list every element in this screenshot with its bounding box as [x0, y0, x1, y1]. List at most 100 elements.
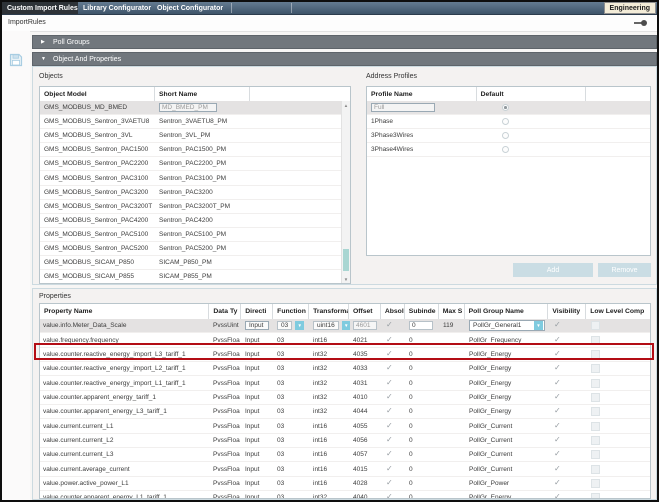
object-row[interactable]: GMS_MODBUS_MD_BMED MD_BMED_PM: [40, 101, 342, 115]
direction-cell[interactable]: Input: [242, 480, 274, 487]
poll-group-cell[interactable]: PollGr_Current▼: [466, 466, 550, 473]
visibility-checkbox[interactable]: [553, 393, 562, 402]
poll-group-cell[interactable]: PollGr_Current▼: [466, 423, 550, 430]
direction-cell[interactable]: Input: [242, 394, 274, 401]
scroll-down-icon[interactable]: ▼: [342, 275, 350, 283]
offset-cell[interactable]: 4056: [350, 437, 382, 444]
poll-group-cell[interactable]: PollGr_Current▼: [466, 451, 550, 458]
section-object-and-properties[interactable]: ▼ Object And Properties: [32, 52, 657, 66]
direction-cell[interactable]: Input: [242, 337, 274, 344]
poll-group-cell[interactable]: PollGr_Power▼: [466, 480, 550, 487]
default-radio[interactable]: [502, 146, 509, 153]
tab-object-configurator[interactable]: Object Configurator: [152, 2, 231, 14]
poll-group-cell[interactable]: PollGr_Energy▼: [466, 351, 550, 358]
direction-cell[interactable]: Input: [242, 380, 274, 387]
transformation-cell[interactable]: int16▼: [310, 466, 350, 473]
object-row[interactable]: GMS_MODBUS_Sentron_3VAETU8 Sentron_3VAET…: [40, 115, 342, 129]
subindex-cell[interactable]: 0: [406, 365, 440, 372]
poll-group-cell[interactable]: PollGr_Current▼: [466, 437, 550, 444]
low-level-checkbox[interactable]: [591, 465, 600, 474]
scroll-up-icon[interactable]: ▲: [342, 101, 350, 109]
subindex-cell[interactable]: 0: [406, 466, 440, 473]
visibility-checkbox[interactable]: [553, 379, 562, 388]
visibility-checkbox[interactable]: [553, 422, 562, 431]
transformation-cell[interactable]: uint16▼: [310, 321, 350, 330]
function-cell[interactable]: 03▼: [274, 337, 310, 344]
function-cell[interactable]: 03▼: [274, 423, 310, 430]
offset-cell[interactable]: 4033: [350, 365, 382, 372]
property-row[interactable]: value.counter.apparent_energy_L1_tariff_…: [40, 491, 650, 498]
visibility-checkbox[interactable]: [553, 336, 562, 345]
direction-cell[interactable]: Input: [242, 408, 274, 415]
property-row[interactable]: value.current.current_L1 PvssFloa Input …: [40, 419, 650, 433]
low-level-checkbox[interactable]: [591, 479, 600, 488]
property-row[interactable]: value.current.current_L2 PvssFloa Input …: [40, 434, 650, 448]
visibility-checkbox[interactable]: [553, 479, 562, 488]
offset-cell[interactable]: 4028: [350, 480, 382, 487]
function-cell[interactable]: 03▼: [274, 451, 310, 458]
absolute-checkbox[interactable]: [385, 436, 394, 445]
offset-cell[interactable]: 4010: [350, 394, 382, 401]
low-level-checkbox[interactable]: [591, 379, 600, 388]
absolute-checkbox[interactable]: [385, 465, 394, 474]
function-cell[interactable]: 03▼: [274, 466, 310, 473]
property-row[interactable]: value.counter.reactive_energy_import_L1_…: [40, 376, 650, 390]
subindex-cell[interactable]: 0: [406, 437, 440, 444]
default-radio[interactable]: [502, 118, 509, 125]
offset-cell[interactable]: 4055: [350, 423, 382, 430]
transformation-cell[interactable]: int32▼: [310, 408, 350, 415]
section-poll-groups[interactable]: ▶ Poll Groups: [32, 35, 657, 49]
absolute-checkbox[interactable]: [385, 350, 394, 359]
visibility-checkbox[interactable]: [553, 364, 562, 373]
absolute-checkbox[interactable]: [385, 364, 394, 373]
tab-library-configurator[interactable]: Library Configurator: [78, 2, 152, 14]
transformation-cell[interactable]: int32▼: [310, 365, 350, 372]
offset-cell[interactable]: 4057: [350, 451, 382, 458]
subindex-cell[interactable]: 0: [406, 351, 440, 358]
function-cell[interactable]: 03▼: [274, 437, 310, 444]
object-row[interactable]: GMS_MODBUS_Sentron_PAC3100 Sentron_PAC31…: [40, 171, 342, 185]
absolute-checkbox[interactable]: [385, 450, 394, 459]
direction-cell[interactable]: Input: [242, 351, 274, 358]
visibility-checkbox[interactable]: [553, 407, 562, 416]
function-cell[interactable]: 03▼: [274, 380, 310, 387]
transformation-cell[interactable]: int32▼: [310, 380, 350, 387]
subindex-cell[interactable]: 0: [406, 451, 440, 458]
low-level-checkbox[interactable]: [591, 450, 600, 459]
subindex-cell[interactable]: 0: [406, 380, 440, 387]
object-row[interactable]: GMS_MODBUS_Sentron_PAC1500 Sentron_PAC15…: [40, 143, 342, 157]
offset-cell[interactable]: 4015: [350, 466, 382, 473]
function-cell[interactable]: 03▼: [274, 351, 310, 358]
low-level-checkbox[interactable]: [591, 350, 600, 359]
offset-cell[interactable]: 4035: [350, 351, 382, 358]
absolute-checkbox[interactable]: [385, 422, 394, 431]
direction-cell[interactable]: Input: [242, 423, 274, 430]
poll-group-cell[interactable]: PollGr_Frequency▼: [466, 337, 550, 344]
profile-row[interactable]: 1Phase: [367, 115, 650, 129]
absolute-checkbox[interactable]: [385, 336, 394, 345]
direction-cell[interactable]: Input: [242, 466, 274, 473]
transformation-cell[interactable]: int16▼: [310, 423, 350, 430]
dropdown-arrow-icon[interactable]: ▼: [534, 321, 543, 330]
profile-row[interactable]: Full: [367, 101, 650, 115]
pin-icon[interactable]: [634, 20, 647, 26]
visibility-checkbox[interactable]: [553, 436, 562, 445]
remove-button[interactable]: Remove: [598, 263, 651, 277]
object-row[interactable]: GMS_MODBUS_SICAM_P855 SICAM_P855_PM: [40, 270, 342, 283]
subindex-cell[interactable]: 0: [406, 321, 440, 330]
direction-cell[interactable]: Input: [242, 365, 274, 372]
poll-group-cell[interactable]: PollGr_Energy▼: [466, 408, 550, 415]
object-row[interactable]: GMS_MODBUS_SICAM_P850 SICAM_P850_PM: [40, 256, 342, 270]
property-row[interactable]: value.counter.apparent_energy_L3_tariff_…: [40, 405, 650, 419]
profile-row[interactable]: 3Phase4Wires: [367, 143, 650, 157]
low-level-checkbox[interactable]: [591, 422, 600, 431]
low-level-checkbox[interactable]: [591, 436, 600, 445]
visibility-checkbox[interactable]: [553, 493, 562, 498]
low-level-checkbox[interactable]: [591, 393, 600, 402]
transformation-cell[interactable]: int16▼: [310, 337, 350, 344]
function-cell[interactable]: 03▼: [274, 321, 310, 330]
absolute-checkbox[interactable]: [385, 393, 394, 402]
offset-cell[interactable]: 4031: [350, 380, 382, 387]
function-cell[interactable]: 03▼: [274, 494, 310, 498]
absolute-checkbox[interactable]: [385, 407, 394, 416]
